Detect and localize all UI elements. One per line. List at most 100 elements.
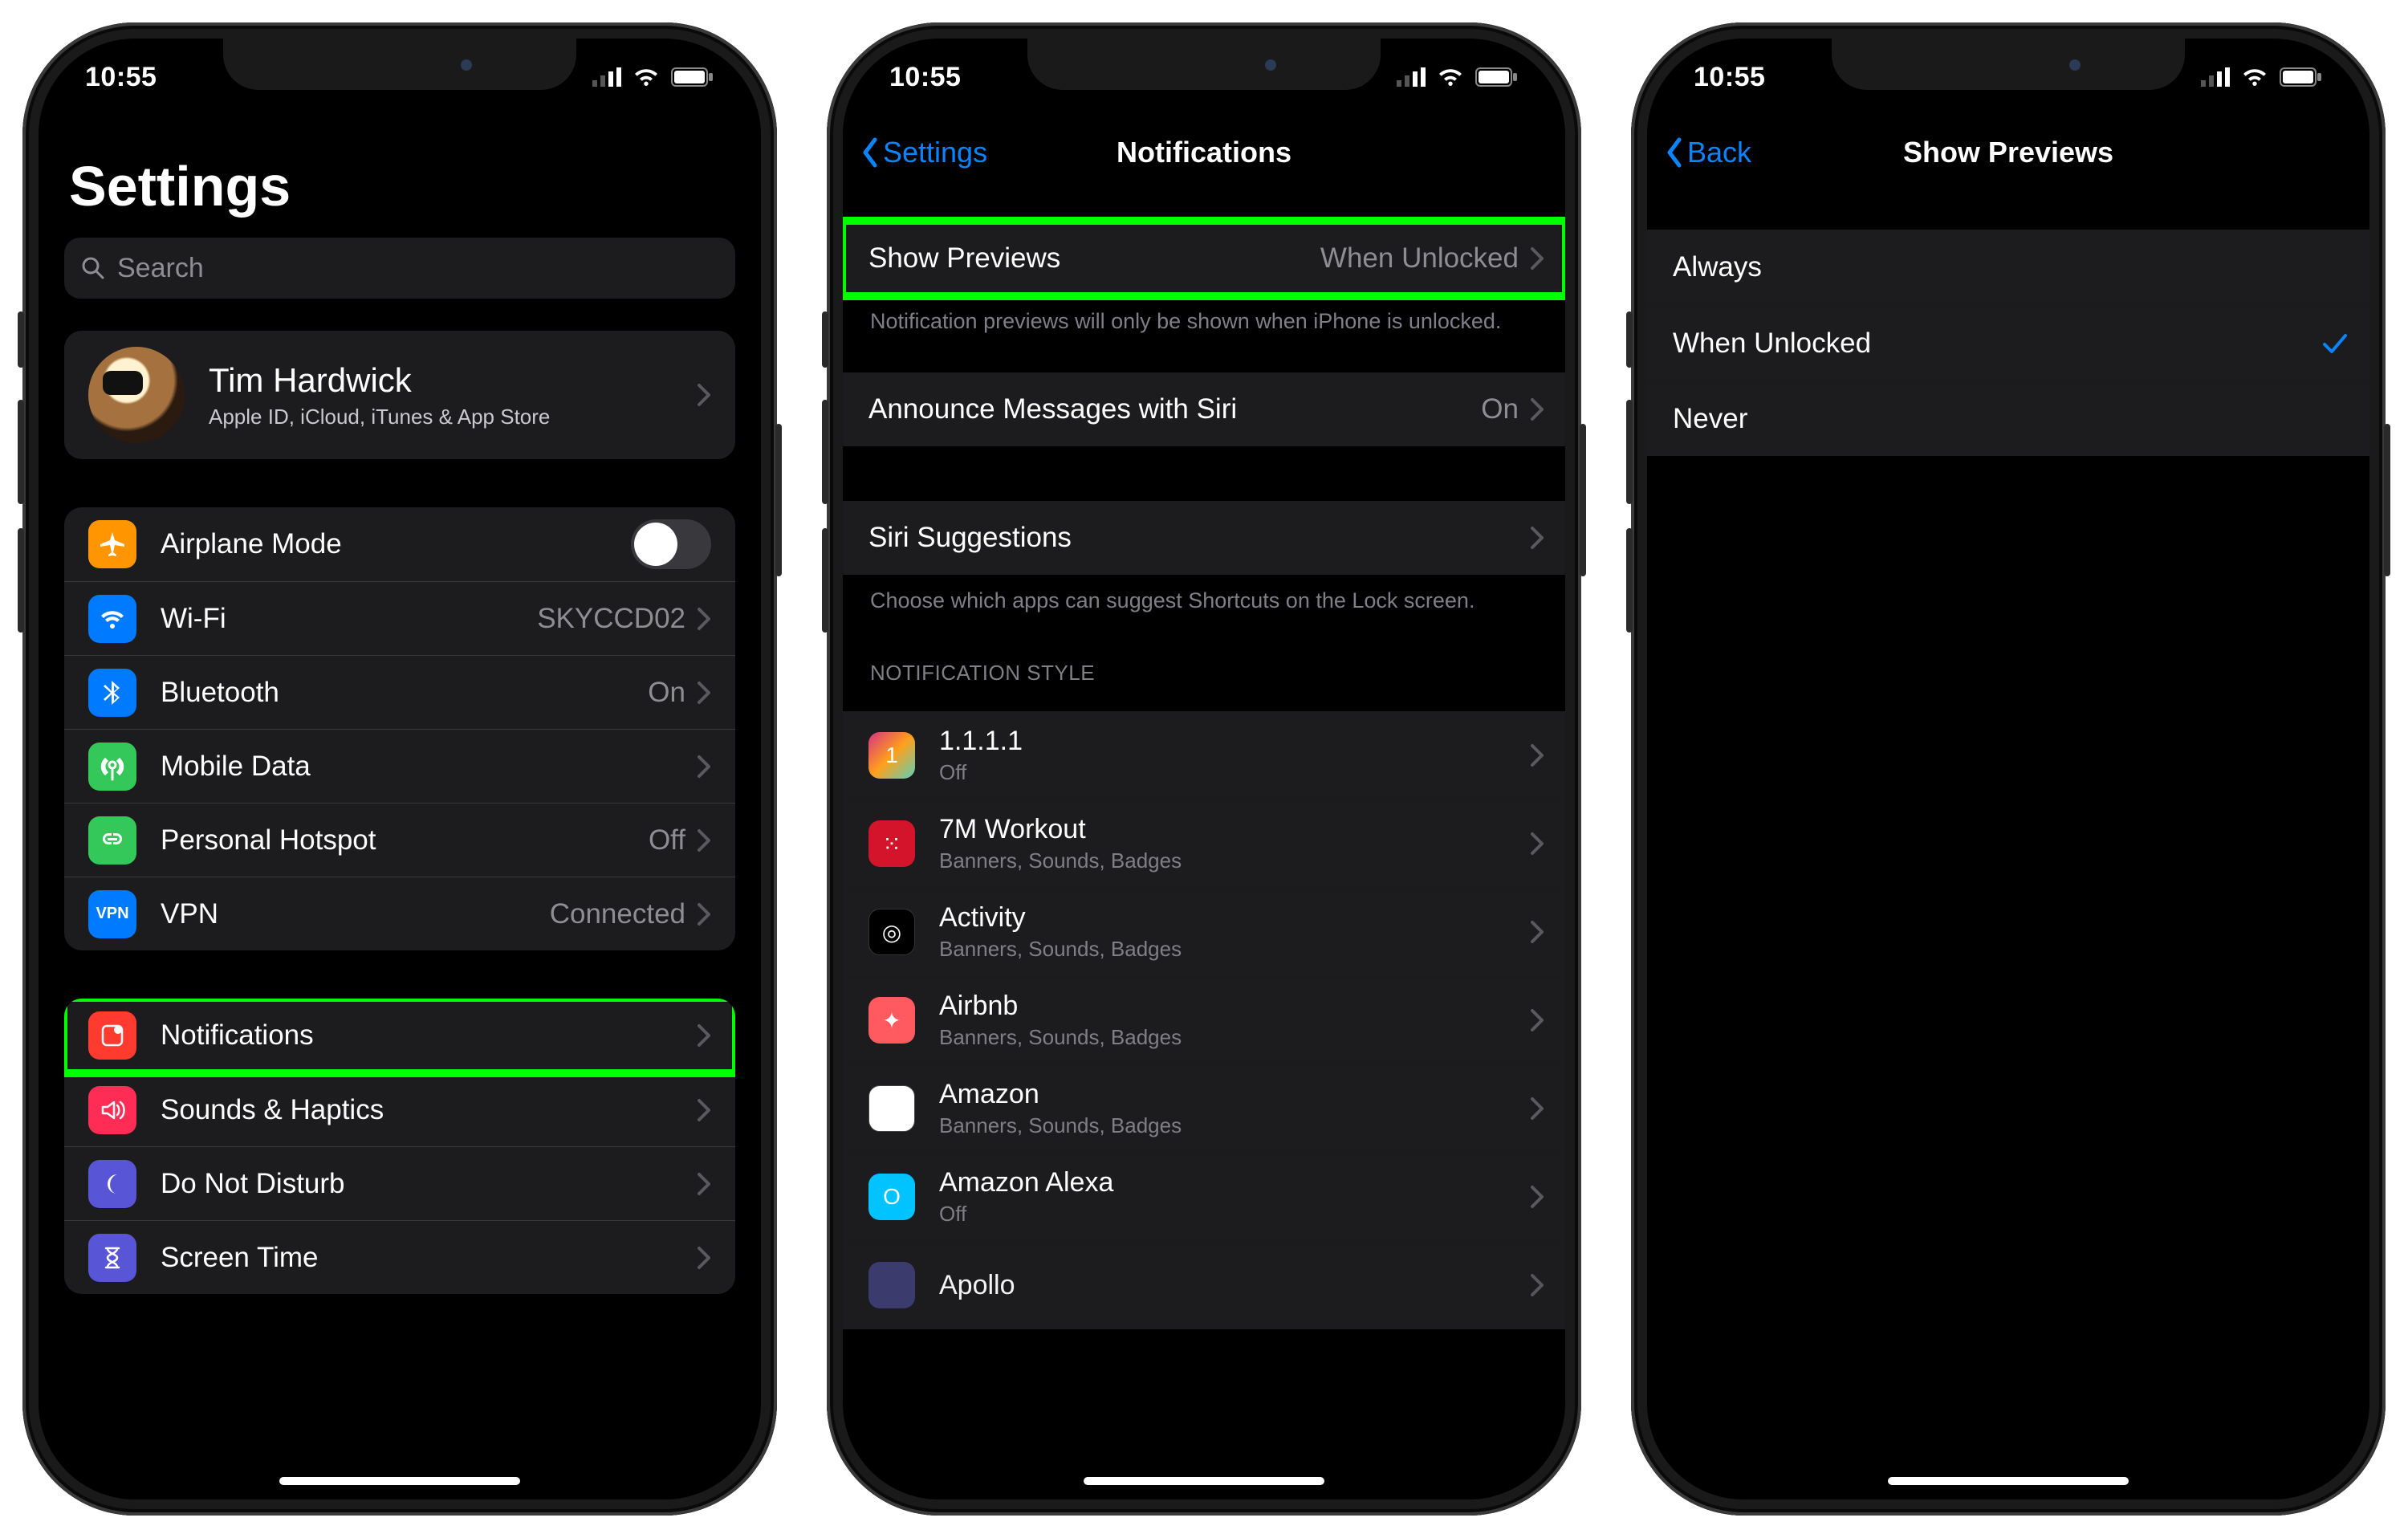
chevron-right-icon xyxy=(1530,920,1544,944)
bluetooth-icon xyxy=(88,669,136,717)
search-field[interactable]: Search xyxy=(64,238,735,299)
previews-footer: Notification previews will only be shown… xyxy=(843,295,1565,358)
show-previews-label: Show Previews xyxy=(868,242,1320,275)
chevron-right-icon xyxy=(697,1023,711,1048)
notifications-row[interactable]: Notifications xyxy=(64,999,735,1072)
wifi-row[interactable]: Wi-Fi SKYCCD02 xyxy=(64,581,735,655)
app-sub: Banners, Sounds, Badges xyxy=(939,1025,1530,1050)
notifications-icon xyxy=(88,1011,136,1060)
airplane-mode-row[interactable]: Airplane Mode xyxy=(64,507,735,581)
back-label: Back xyxy=(1687,136,1751,169)
preview-option-row[interactable]: Always xyxy=(1647,230,2369,305)
search-placeholder: Search xyxy=(117,253,204,284)
preview-option-row[interactable]: When Unlocked xyxy=(1647,305,2369,380)
hotspot-row[interactable]: Personal Hotspot Off xyxy=(64,803,735,877)
chevron-right-icon xyxy=(697,607,711,631)
cellular-icon xyxy=(592,67,621,87)
app-name: Airbnb xyxy=(939,991,1530,1022)
cellular-icon xyxy=(2201,67,2230,87)
back-button[interactable]: Back xyxy=(1665,136,1751,169)
apple-id-row[interactable]: Tim Hardwick Apple ID, iCloud, iTunes & … xyxy=(64,331,735,459)
app-name: Activity xyxy=(939,902,1530,934)
phone-frame-1: 10:55 Settings Search Tim Hardwick Apple… xyxy=(22,22,777,1516)
wifi-icon xyxy=(2241,67,2268,87)
navbar-title: Notifications xyxy=(1117,136,1291,169)
chevron-right-icon xyxy=(697,755,711,779)
status-icons xyxy=(1397,67,1519,87)
vpn-icon: VPN xyxy=(88,890,136,938)
app-icon: ◎ xyxy=(868,909,915,955)
notch xyxy=(1027,39,1381,90)
antenna-icon xyxy=(88,743,136,791)
app-row[interactable]: O Amazon Alexa Off xyxy=(843,1153,1565,1241)
hourglass-icon xyxy=(88,1234,136,1282)
app-icon xyxy=(868,1262,915,1308)
profile-name: Tim Hardwick xyxy=(209,361,697,400)
status-icons xyxy=(2201,67,2323,87)
chevron-right-icon xyxy=(1530,1097,1544,1121)
app-name: Apollo xyxy=(939,1270,1530,1301)
home-indicator[interactable] xyxy=(279,1477,520,1485)
chevron-right-icon xyxy=(697,1098,711,1122)
show-previews-row[interactable]: Show Previews When Unlocked xyxy=(843,222,1565,295)
hotspot-label: Personal Hotspot xyxy=(161,824,649,856)
profile-desc: Apple ID, iCloud, iTunes & App Store xyxy=(209,405,697,429)
chevron-right-icon xyxy=(1530,1273,1544,1297)
wifi-settings-icon xyxy=(88,595,136,643)
siri-suggestions-row[interactable]: Siri Suggestions xyxy=(843,501,1565,575)
home-indicator[interactable] xyxy=(1888,1477,2129,1485)
home-indicator[interactable] xyxy=(1084,1477,1324,1485)
announce-row[interactable]: Announce Messages with Siri On xyxy=(843,372,1565,446)
dnd-row[interactable]: Do Not Disturb xyxy=(64,1146,735,1220)
app-row[interactable]: Apollo xyxy=(843,1241,1565,1329)
airplane-toggle[interactable] xyxy=(631,519,711,569)
back-button[interactable]: Settings xyxy=(860,136,987,169)
app-row[interactable]: ✦ Airbnb Banners, Sounds, Badges xyxy=(843,976,1565,1064)
wifi-icon xyxy=(633,67,660,87)
app-row[interactable]: Amazon Banners, Sounds, Badges xyxy=(843,1064,1565,1153)
chevron-right-icon xyxy=(697,383,711,407)
option-label: Never xyxy=(1673,403,2349,435)
battery-icon xyxy=(671,67,714,87)
status-time: 10:55 xyxy=(1694,62,1765,93)
battery-icon xyxy=(1475,67,1519,87)
preview-option-row[interactable]: Never xyxy=(1647,380,2369,456)
announce-value: On xyxy=(1481,393,1519,425)
status-icons xyxy=(592,67,714,87)
sounds-icon xyxy=(88,1086,136,1134)
chevron-right-icon xyxy=(697,902,711,926)
back-label: Settings xyxy=(883,136,987,169)
chevron-right-icon xyxy=(1530,1185,1544,1209)
checkmark-icon xyxy=(2321,330,2349,357)
sounds-row[interactable]: Sounds & Haptics xyxy=(64,1072,735,1146)
mobile-data-label: Mobile Data xyxy=(161,751,697,783)
link-icon xyxy=(88,816,136,865)
notifications-label: Notifications xyxy=(161,1019,697,1052)
screentime-row[interactable]: Screen Time xyxy=(64,1220,735,1294)
app-row[interactable]: ⁙ 7M Workout Banners, Sounds, Badges xyxy=(843,800,1565,888)
navbar: Settings Notifications xyxy=(843,116,1565,189)
page-title: Settings xyxy=(39,116,761,233)
wifi-icon xyxy=(1437,67,1464,87)
status-time: 10:55 xyxy=(889,62,961,93)
search-icon xyxy=(80,255,106,281)
chevron-right-icon xyxy=(697,828,711,852)
siri-label: Siri Suggestions xyxy=(868,522,1530,554)
sounds-label: Sounds & Haptics xyxy=(161,1094,697,1126)
mobile-data-row[interactable]: Mobile Data xyxy=(64,729,735,803)
siri-footer: Choose which apps can suggest Shortcuts … xyxy=(843,575,1565,637)
app-sub: Off xyxy=(939,760,1530,785)
app-row[interactable]: 1 1.1.1.1 Off xyxy=(843,711,1565,800)
show-previews-value: When Unlocked xyxy=(1320,242,1519,275)
app-sub: Banners, Sounds, Badges xyxy=(939,937,1530,962)
airplane-icon xyxy=(88,520,136,568)
app-sub: Banners, Sounds, Badges xyxy=(939,848,1530,873)
cellular-icon xyxy=(1397,67,1426,87)
app-row[interactable]: ◎ Activity Banners, Sounds, Badges xyxy=(843,888,1565,976)
avatar xyxy=(88,347,185,443)
vpn-label: VPN xyxy=(161,898,550,930)
vpn-row[interactable]: VPN VPN Connected xyxy=(64,877,735,950)
app-icon: ✦ xyxy=(868,997,915,1044)
option-label: When Unlocked xyxy=(1673,328,2321,360)
bluetooth-row[interactable]: Bluetooth On xyxy=(64,655,735,729)
